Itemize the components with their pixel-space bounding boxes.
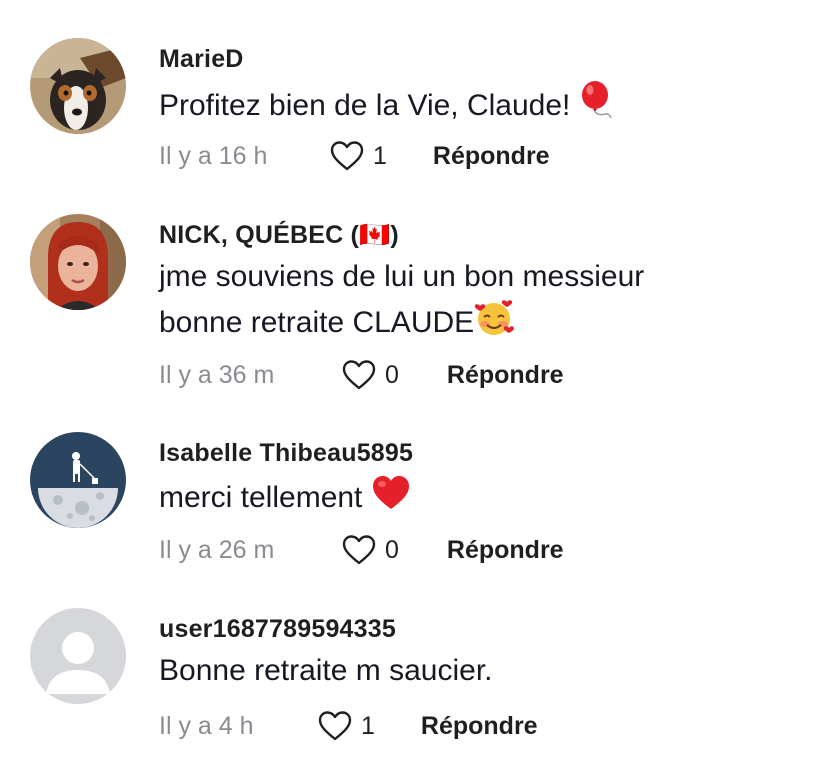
like-count: 0 [385, 535, 399, 564]
comment-text-line: jme souviens de lui un bon messieur [159, 260, 645, 293]
comment-timestamp: Il y a 16 h [159, 141, 268, 170]
comment-text: Bonne retraite m saucier. [159, 650, 493, 692]
comment-username[interactable]: MarieD [159, 45, 244, 74]
comment-text: jme souviens de lui un bon messieur bonn… [159, 256, 644, 350]
comment-meta: Il y a 36 m 0 Répondre [159, 355, 564, 395]
like-button[interactable]: 1 [329, 140, 387, 172]
comment-username[interactable]: user1687789594335 [159, 615, 396, 644]
comment-text-content: Bonne retraite m saucier. [159, 654, 493, 687]
comment-username[interactable]: Isabelle Thibeau5895 [159, 439, 413, 468]
like-button[interactable]: 1 [317, 710, 375, 742]
balloon-emoji [579, 80, 615, 134]
comment-timestamp: Il y a 36 m [159, 360, 275, 389]
like-count: 0 [385, 360, 399, 389]
reply-button[interactable]: Répondre [433, 142, 550, 171]
comment-meta: Il y a 26 m 0 Répondre [159, 530, 564, 570]
comment-timestamp: Il y a 26 m [159, 535, 275, 564]
like-button[interactable]: 0 [341, 359, 399, 391]
comment-text-content: Profitez bien de la Vie, Claude! [159, 88, 571, 122]
like-button[interactable]: 0 [341, 534, 399, 566]
avatar[interactable] [30, 214, 126, 310]
comment-meta: Il y a 4 h 1 Répondre [159, 706, 538, 746]
comment-text-content: merci tellement [159, 480, 363, 514]
comment-username[interactable]: NICK, QUÉBEC (🇨🇦) [159, 221, 399, 250]
heart-outline-icon [342, 360, 376, 390]
comment-meta: Il y a 16 h 1 Répondre [159, 136, 550, 176]
comment-text-line: bonne retraite CLAUDE [159, 305, 475, 339]
comment-timestamp: Il y a 4 h [159, 711, 254, 740]
avatar[interactable] [30, 38, 126, 134]
red-heart-emoji [371, 474, 411, 524]
like-count: 1 [373, 141, 387, 170]
heart-outline-icon [342, 535, 376, 565]
heart-outline-icon [330, 141, 364, 171]
smiling-face-with-hearts-emoji [474, 298, 515, 350]
reply-button[interactable]: Répondre [421, 712, 538, 741]
like-count: 1 [361, 711, 375, 740]
avatar[interactable] [30, 432, 126, 528]
comment-text: merci tellement [159, 474, 411, 524]
heart-outline-icon [318, 711, 352, 741]
avatar[interactable] [30, 608, 126, 704]
comment-text: Profitez bien de la Vie, Claude! [159, 80, 615, 134]
reply-button[interactable]: Répondre [447, 536, 564, 565]
reply-button[interactable]: Répondre [447, 361, 564, 390]
